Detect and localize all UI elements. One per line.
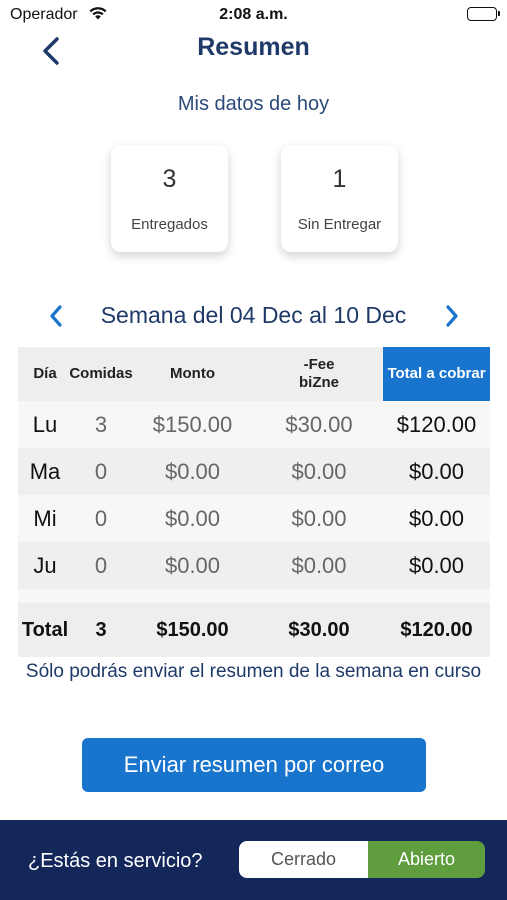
cell-day: Ma <box>29 458 61 484</box>
cell-total: $0.00 <box>408 458 465 484</box>
cell-fee: $30.00 <box>285 411 353 437</box>
header-amount: Monto <box>170 365 215 382</box>
header-total: Total a cobrar <box>383 347 490 401</box>
cell-meals: 0 <box>94 458 108 484</box>
cell-day: Mi <box>33 505 57 531</box>
service-toggle: Cerrado Abierto <box>239 841 485 878</box>
table-header: Día Comidas Monto -Fee biZne Total a cob… <box>18 347 490 401</box>
totals-amount: $150.00 <box>156 618 229 641</box>
cell-meals: 0 <box>94 505 108 531</box>
notice-text: Sólo podrás enviar el resumen de la sema… <box>25 661 482 682</box>
service-footer: ¿Estás en servicio? Cerrado Abierto <box>0 820 507 900</box>
cell-day: Lu <box>32 411 58 437</box>
week-label: Semana del 04 Dec al 10 Dec <box>100 302 407 328</box>
table-row: Ma 0 $0.00 $0.00 $0.00 <box>18 448 490 495</box>
cell-amount: $0.00 <box>164 458 221 484</box>
chevron-right-icon <box>446 305 458 327</box>
table-totals-row: Total 3 $150.00 $30.00 $120.00 <box>18 603 490 657</box>
table-row: Ju 0 $0.00 $0.00 $0.00 <box>18 542 490 589</box>
status-bar: Operador 2:08 a.m. <box>0 0 507 30</box>
cell-total: $0.00 <box>408 552 465 578</box>
navigation-bar: Resumen <box>0 30 507 70</box>
week-selector: Semana del 04 Dec al 10 Dec <box>0 296 507 336</box>
service-question: ¿Estás en servicio? <box>28 850 203 872</box>
toggle-closed-option[interactable]: Cerrado <box>239 841 368 878</box>
header-meals: Comidas <box>69 365 133 382</box>
battery-icon <box>467 7 500 21</box>
cell-fee: $0.00 <box>291 458 347 484</box>
cell-total: $0.00 <box>408 505 465 531</box>
clock: 2:08 a.m. <box>219 6 288 23</box>
cell-meals: 0 <box>94 552 108 578</box>
today-subtitle: Mis datos de hoy <box>177 93 330 115</box>
totals-label: Total <box>21 618 69 641</box>
undelivered-count: 1 <box>332 165 347 193</box>
header-fee-line2: biZne <box>299 374 339 391</box>
header-fee: -Fee biZne <box>255 347 383 401</box>
next-week-button[interactable] <box>438 302 466 330</box>
undelivered-label: Sin Entregar <box>297 216 382 233</box>
header-day: Día <box>33 365 57 382</box>
toggle-open-option[interactable]: Abierto <box>368 841 485 878</box>
cell-fee: $0.00 <box>291 505 347 531</box>
delivered-card: 3 Entregados <box>111 145 228 252</box>
header-fee-line1: -Fee <box>303 356 335 373</box>
totals-fee: $30.00 <box>288 618 350 641</box>
send-summary-button[interactable]: Enviar resumen por correo <box>82 738 426 792</box>
cell-fee: $0.00 <box>291 552 347 578</box>
delivered-label: Entregados <box>131 216 208 233</box>
cell-total: $120.00 <box>396 411 477 437</box>
totals-total: $120.00 <box>400 618 473 641</box>
table-row: Lu 3 $150.00 $30.00 $120.00 <box>18 401 490 448</box>
cell-amount: $0.00 <box>164 505 221 531</box>
table-scroll-spacer <box>18 589 490 603</box>
cell-meals: 3 <box>94 411 108 437</box>
cell-day: Ju <box>33 552 57 578</box>
totals-meals: 3 <box>95 618 107 641</box>
table-row: Mi 0 $0.00 $0.00 $0.00 <box>18 495 490 542</box>
cell-amount: $150.00 <box>152 411 233 437</box>
undelivered-card: 1 Sin Entregar <box>281 145 398 252</box>
cell-amount: $0.00 <box>164 552 221 578</box>
page-title: Resumen <box>197 33 310 61</box>
weekly-summary-table: Día Comidas Monto -Fee biZne Total a cob… <box>18 347 490 657</box>
delivered-count: 3 <box>162 165 177 193</box>
